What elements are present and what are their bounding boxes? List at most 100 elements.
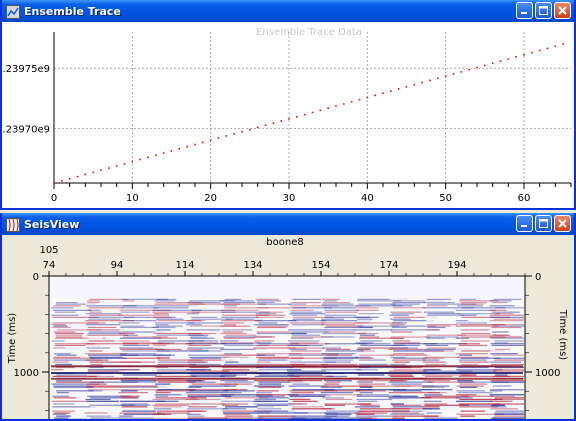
seismic-reflector xyxy=(186,343,227,345)
seismic-reflector xyxy=(495,410,524,412)
y-tick-label: 1.23975e9 xyxy=(2,64,50,75)
ensemble-trace-titlebar[interactable]: Ensemble Trace xyxy=(2,0,574,22)
seismic-reflector xyxy=(455,394,477,396)
seismic-reflector xyxy=(391,326,408,329)
seismic-reflector xyxy=(53,403,75,405)
seismic-reflector xyxy=(455,353,488,355)
seismic-reflector xyxy=(253,336,276,338)
seismic-reflector xyxy=(489,394,524,396)
seismic-reflector xyxy=(87,385,121,387)
seismic-reflector xyxy=(358,383,386,385)
seismic-reflector xyxy=(421,390,438,392)
seismic-reflector xyxy=(291,331,329,333)
seismic-reflector xyxy=(392,398,426,401)
maximize-button[interactable] xyxy=(535,2,552,19)
seismic-reflector xyxy=(156,353,170,355)
seismic-reflector xyxy=(491,332,524,335)
seismic-reflector xyxy=(388,418,405,419)
seismic-reflector xyxy=(490,314,524,316)
seismic-reflector xyxy=(152,413,172,415)
seismic-reflector xyxy=(86,400,119,402)
minimize-button[interactable] xyxy=(516,215,533,232)
ensemble-trace-window: Ensemble Trace Ensemble Trace Data 0 10 20… xyxy=(0,0,576,210)
seismic-reflector xyxy=(224,417,264,419)
seismic-reflector xyxy=(493,325,524,327)
seismic-reflector xyxy=(53,412,70,414)
seismic-reflector xyxy=(287,325,331,327)
seismic-reflector xyxy=(424,413,459,415)
seismic-reflector xyxy=(392,417,406,419)
seismic-reflector xyxy=(288,300,321,302)
maximize-button[interactable] xyxy=(535,215,552,232)
seismic-reflector xyxy=(427,324,459,326)
maximize-icon xyxy=(539,219,548,228)
seismic-reflector xyxy=(89,408,126,410)
seismic-reflector xyxy=(422,406,440,408)
data-point xyxy=(484,64,486,67)
seismic-reflector xyxy=(190,397,207,399)
seismic-reflector xyxy=(51,307,74,309)
seismic-reflector xyxy=(356,348,371,350)
seismic-reflector xyxy=(220,309,262,311)
seismic-reflector xyxy=(422,386,445,388)
seismic-reflector xyxy=(188,344,212,347)
x-tick-label: 74 xyxy=(43,260,56,271)
seismic-reflector xyxy=(426,314,465,316)
x-tick-label: 114 xyxy=(175,260,194,271)
seismic-reflector xyxy=(189,385,230,387)
seismic-reflector xyxy=(90,392,115,394)
seismic-reflector xyxy=(391,383,422,385)
seismic-reflector xyxy=(423,380,450,382)
seismic-reflector xyxy=(489,418,523,419)
seismic-reflector xyxy=(85,344,109,347)
seismic-reflector xyxy=(56,392,69,394)
seismic-reflector xyxy=(153,406,183,408)
seismic-reflector xyxy=(123,305,154,307)
seismic-reflector xyxy=(358,417,378,419)
seisview-titlebar[interactable]: SeisView xyxy=(2,213,574,235)
seisview-panel: 105 boone8 74 94 114 134 154 174 194 Time (ms)… xyxy=(2,235,574,421)
seismic-reflector xyxy=(119,370,160,372)
seismic-image[interactable] xyxy=(48,275,526,421)
chart-app-icon[interactable] xyxy=(6,4,20,19)
seismic-reflector xyxy=(256,354,275,356)
seismic-reflector xyxy=(53,385,92,387)
seismic-reflector xyxy=(255,316,285,318)
seismic-reflector xyxy=(53,325,68,327)
seismic-reflector xyxy=(321,353,358,355)
seismic-reflector xyxy=(122,410,156,412)
seismic-reflector xyxy=(51,314,79,316)
seismic-reflector xyxy=(292,298,321,300)
seismic-reflector xyxy=(119,412,161,414)
seismic-reflector xyxy=(388,370,427,372)
seismic-reflector xyxy=(289,348,307,350)
seismic-reflector xyxy=(391,313,415,315)
seismic-reflector xyxy=(153,313,169,315)
seismic-reflector xyxy=(219,325,251,327)
seismic-reflector xyxy=(390,332,428,335)
data-point xyxy=(202,141,204,144)
seismic-reflector xyxy=(90,363,103,366)
seismic-reflector xyxy=(490,361,522,363)
seismic-reflector xyxy=(424,316,456,318)
close-button[interactable] xyxy=(554,2,571,19)
minimize-button[interactable] xyxy=(516,2,533,19)
seisview-app-icon[interactable] xyxy=(6,217,20,232)
seismic-reflector xyxy=(424,417,458,419)
seismic-reflector xyxy=(356,318,373,320)
seismic-reflector xyxy=(85,386,121,388)
close-button[interactable] xyxy=(554,215,571,232)
seismic-reflector xyxy=(323,307,357,309)
seismic-reflector xyxy=(392,305,413,307)
seismic-reflector xyxy=(491,417,524,419)
seismic-reflector xyxy=(154,394,182,396)
seismic-reflector xyxy=(491,324,524,326)
x-tick-label: 50 xyxy=(439,193,452,204)
seismic-reflector xyxy=(155,383,171,385)
seismic-strong-reflector xyxy=(51,372,523,374)
seismic-reflector xyxy=(56,415,71,417)
seismic-reflector xyxy=(390,413,429,415)
seismic-reflector xyxy=(52,357,95,359)
seismic-reflector xyxy=(186,410,207,412)
seismic-reflector xyxy=(255,298,279,300)
